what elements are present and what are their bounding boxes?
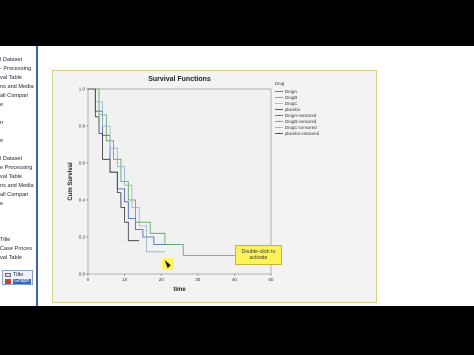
outline-item[interactable]: all Compari [0, 192, 28, 198]
letterbox-top [0, 0, 474, 46]
outline-pane[interactable]: l Dataset - Processing val Table ns and Med… [0, 46, 39, 306]
legend-entry: DrugB [285, 95, 297, 100]
x-axis-label: time [173, 287, 186, 293]
y-tick-label: 1.0 [79, 87, 86, 92]
x-tick-label: 0 [87, 277, 90, 282]
outline-item[interactable]: - Processing [0, 66, 31, 72]
chart-title: Survival Functions [148, 76, 211, 83]
title-icon [5, 273, 11, 277]
outline-item[interactable]: e [0, 102, 3, 108]
screen: l Dataset - Processing val Table ns and Med… [0, 0, 474, 355]
outline-item[interactable]: l Dataset [0, 57, 22, 63]
legend-entry: DrugA [285, 89, 297, 94]
graph-icon [5, 279, 11, 284]
legend-entry: DrugB-censored [285, 119, 317, 124]
activate-chart-button[interactable]: Double-click to activate [235, 245, 282, 265]
outline-item[interactable]: val Table [0, 255, 22, 261]
outline-item[interactable]: all Compari [0, 93, 28, 99]
legend-entry: placebo-censored [285, 131, 320, 136]
mouse-cursor-icon [162, 258, 174, 270]
outline-item[interactable]: n [0, 120, 3, 126]
y-axis-label: Cum Survival [68, 162, 74, 201]
y-tick-label: 0.6 [79, 161, 86, 166]
spss-output-viewer: l Dataset - Processing val Table ns and Med… [0, 46, 474, 306]
legend-entry: DrugC [285, 101, 297, 106]
x-tick-label: 40 [232, 277, 238, 282]
outline-item[interactable]: l Dataset [0, 156, 22, 162]
legend-entry: DrugA-censored [285, 113, 317, 118]
activate-line2: activate [249, 255, 268, 261]
outline-item[interactable]: e [0, 138, 3, 144]
legend-title: Drug [275, 81, 285, 86]
y-tick-label: 0.2 [79, 235, 86, 240]
x-tick-label: 30 [195, 277, 201, 282]
legend-entry: placebo [285, 107, 301, 112]
survival-chart-object[interactable]: Survival Functions 0 10 20 30 40 50 0.0 0.2 0.4 0.… [52, 70, 377, 303]
outline-graph-label: Graph [13, 278, 31, 284]
x-tick-label: 20 [159, 277, 165, 282]
outline-item[interactable]: e [0, 201, 3, 207]
outline-tree-line [36, 46, 38, 306]
outline-selected-node[interactable]: Title Graph [2, 270, 33, 285]
outline-item[interactable]: val Table [0, 174, 22, 180]
letterbox-bottom [0, 306, 474, 355]
outline-item[interactable]: Title [0, 237, 10, 243]
x-tick-label: 10 [122, 277, 128, 282]
y-tick-label: 0.4 [79, 198, 86, 203]
outline-item[interactable]: val Table [0, 75, 22, 81]
y-tick-label: 0.0 [79, 272, 86, 277]
x-tick-label: 50 [268, 277, 274, 282]
y-tick-label: 0.8 [79, 124, 86, 129]
output-content-pane: Survival Functions 0 10 20 30 40 50 0.0 0.2 0.4 0.… [39, 46, 474, 306]
outline-item[interactable]: Case Proces [0, 246, 32, 252]
outline-item[interactable]: ns and Media [0, 84, 34, 90]
outline-item[interactable]: e Processing [0, 165, 32, 171]
survival-chart: Survival Functions 0 10 20 30 40 50 0.0 0.2 0.4 0.… [68, 76, 320, 293]
legend-entry: DrugC-censored [285, 125, 317, 130]
outline-item[interactable]: ns and Media [0, 183, 34, 189]
